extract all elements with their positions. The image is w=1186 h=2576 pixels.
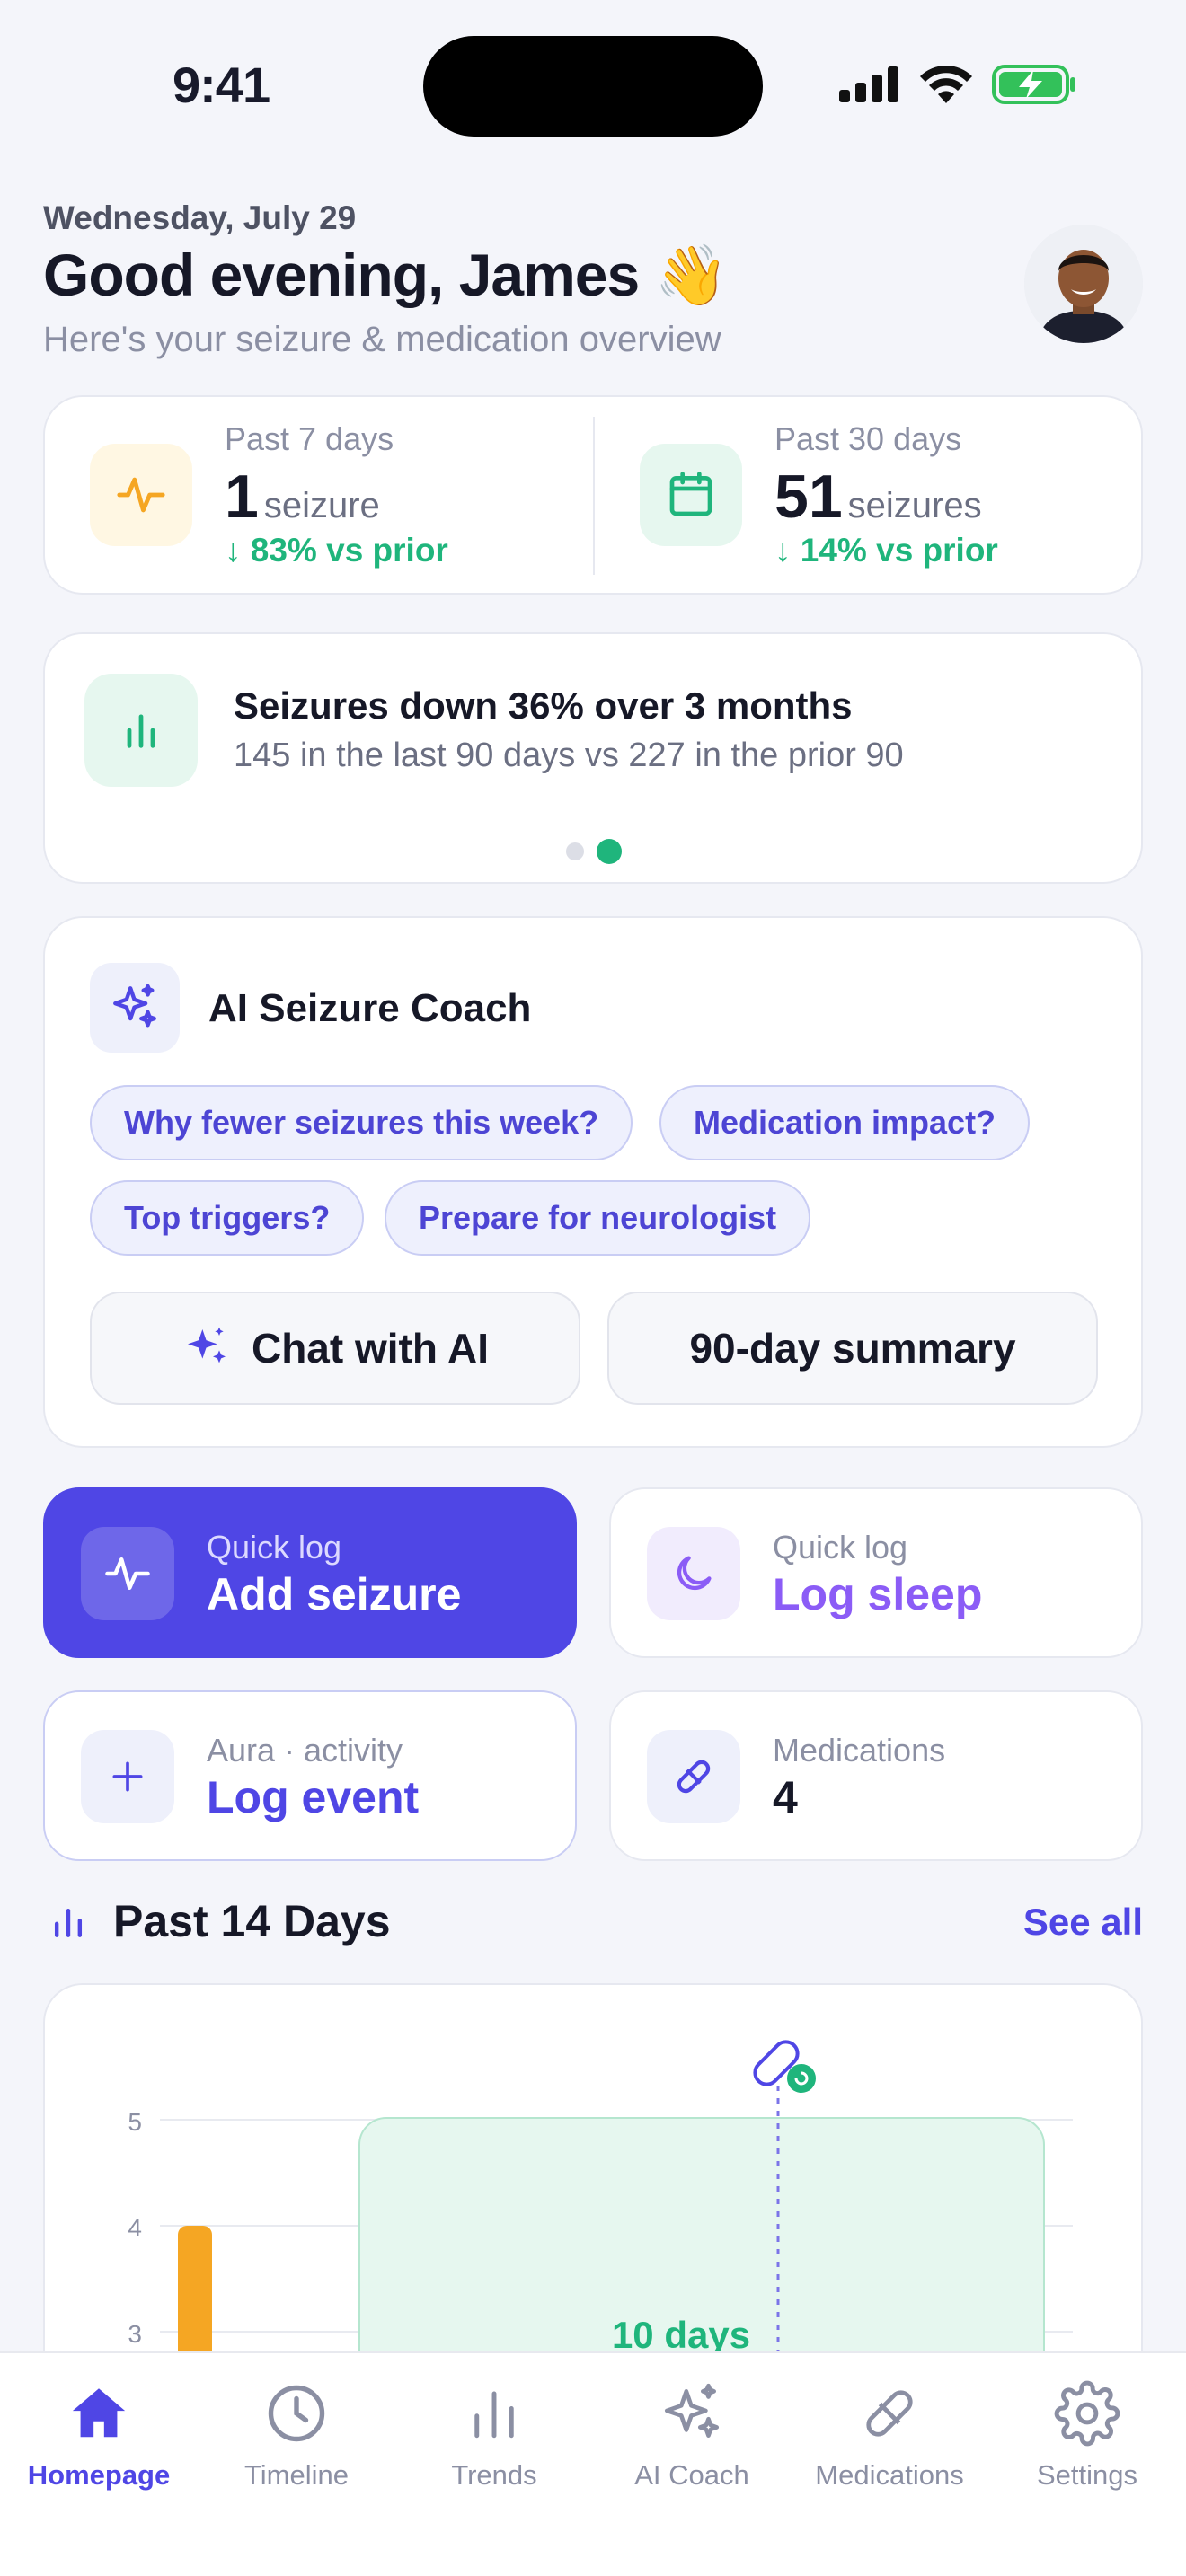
tab-homepage[interactable]: Homepage bbox=[0, 2375, 198, 2492]
ai-coach-card: AI Seizure Coach Why fewer seizures this… bbox=[43, 916, 1143, 1448]
stat-unit: seizure bbox=[263, 486, 380, 525]
seizure-free-label: 10 days bbox=[612, 2314, 750, 2356]
chat-with-ai-button[interactable]: Chat with AI bbox=[90, 1292, 580, 1405]
suggestion-chip[interactable]: Why fewer seizures this week? bbox=[90, 1085, 633, 1160]
stat-value-row: 51 seizures bbox=[774, 462, 982, 532]
status-time: 9:41 bbox=[173, 57, 270, 113]
tab-ai-coach[interactable]: AI Coach bbox=[593, 2375, 791, 2492]
calendar-icon bbox=[640, 444, 742, 546]
tab-label: Homepage bbox=[27, 2459, 171, 2491]
tab-label: AI Coach bbox=[634, 2459, 749, 2491]
tile-value: Log sleep bbox=[773, 1569, 983, 1619]
tile-value: 4 bbox=[773, 1772, 798, 1822]
suggestion-chip[interactable]: Top triggers? bbox=[90, 1180, 365, 1256]
tab-label: Timeline bbox=[244, 2459, 349, 2491]
chart-canvas: 5 4 3 10 days bbox=[128, 2037, 1073, 2380]
home-icon bbox=[0, 2375, 198, 2452]
dynamic-island bbox=[423, 36, 763, 137]
tile-label: Medications bbox=[773, 1732, 946, 1769]
activity-pulse-icon bbox=[81, 1527, 174, 1620]
pill-icon bbox=[647, 1730, 740, 1823]
tile-label: Aura · activity bbox=[207, 1732, 403, 1769]
chat-with-ai-label: Chat with AI bbox=[251, 1325, 490, 1372]
header-subtitle: Here's your seizure & medication overvie… bbox=[43, 320, 721, 359]
stat-delta: ↓ 14% vs prior bbox=[774, 532, 998, 569]
stat-label: Past 30 days bbox=[774, 420, 962, 457]
activity-pulse-icon bbox=[90, 444, 192, 546]
stat-value: 51 bbox=[774, 463, 843, 531]
gear-icon bbox=[988, 2375, 1186, 2452]
bar-chart-icon bbox=[54, 1908, 83, 1937]
bottom-tab-bar: Homepage Timeline Trends AI Coach Medica… bbox=[0, 2351, 1186, 2576]
stat-unit: seizures bbox=[847, 486, 982, 525]
tab-timeline[interactable]: Timeline bbox=[198, 2375, 395, 2492]
tab-label: Medications bbox=[815, 2459, 964, 2491]
add-seizure-tile[interactable]: Quick log Add seizure bbox=[43, 1487, 577, 1658]
wifi-icon bbox=[920, 66, 972, 103]
sparkles-icon bbox=[187, 1327, 226, 1363]
moon-icon bbox=[647, 1527, 740, 1620]
suggestion-chip[interactable]: Prepare for neurologist bbox=[385, 1180, 811, 1256]
page-dot-active[interactable] bbox=[597, 839, 622, 864]
tab-label: Settings bbox=[1036, 2459, 1137, 2491]
medications-tile[interactable]: Medications 4 bbox=[609, 1690, 1143, 1861]
90-day-summary-button[interactable]: 90-day summary bbox=[607, 1292, 1098, 1405]
log-sleep-tile[interactable]: Quick log Log sleep bbox=[609, 1487, 1143, 1658]
stat-past-7-days[interactable]: Past 7 days 1 seizure ↓ 83% vs prior bbox=[45, 397, 593, 593]
sparkles-icon bbox=[593, 2375, 791, 2452]
bar-chart-icon bbox=[84, 674, 198, 787]
y-tick-label: 4 bbox=[128, 2214, 142, 2242]
tab-label: Trends bbox=[451, 2459, 537, 2491]
avatar[interactable] bbox=[1024, 225, 1143, 343]
tile-value: Add seizure bbox=[207, 1569, 462, 1619]
ai-coach-title: AI Seizure Coach bbox=[208, 986, 532, 1030]
tile-label: Quick log bbox=[773, 1529, 908, 1566]
greeting-title: Good evening, James 👋 bbox=[43, 242, 729, 308]
tab-medications[interactable]: Medications bbox=[791, 2375, 988, 2492]
insight-title: Seizures down 36% over 3 months bbox=[234, 684, 853, 727]
header-date: Wednesday, July 29 bbox=[43, 199, 357, 236]
bar-chart-icon bbox=[395, 2375, 593, 2452]
avatar-portrait bbox=[1024, 225, 1143, 343]
stat-delta: ↓ 83% vs prior bbox=[225, 532, 448, 569]
tile-value: Log event bbox=[207, 1772, 420, 1822]
stat-label: Past 7 days bbox=[225, 420, 394, 457]
insight-subtitle: 145 in the last 90 days vs 227 in the pr… bbox=[234, 737, 904, 774]
90-day-summary-label: 90-day summary bbox=[689, 1325, 1016, 1372]
see-all-link[interactable]: See all bbox=[1023, 1901, 1143, 1944]
tile-label: Quick log bbox=[207, 1529, 342, 1566]
y-tick-label: 3 bbox=[128, 2320, 142, 2348]
stat-past-30-days[interactable]: Past 30 days 51 seizures ↓ 14% vs prior bbox=[595, 397, 1143, 593]
page-dot[interactable] bbox=[566, 842, 584, 860]
log-event-tile[interactable]: Aura · activity Log event bbox=[43, 1690, 577, 1861]
insight-card[interactable]: Seizures down 36% over 3 months 145 in t… bbox=[43, 632, 1143, 884]
tab-trends[interactable]: Trends bbox=[395, 2375, 593, 2492]
battery-charging-icon bbox=[992, 65, 1075, 104]
section-title: Past 14 Days bbox=[113, 1896, 391, 1946]
status-icons bbox=[839, 65, 1076, 104]
pill-icon bbox=[791, 2375, 988, 2452]
medication-change-icon[interactable] bbox=[750, 2037, 816, 2093]
clock-icon bbox=[198, 2375, 395, 2452]
sparkles-icon bbox=[90, 963, 180, 1053]
stats-card: Past 7 days 1 seizure ↓ 83% vs prior Past… bbox=[43, 395, 1143, 595]
suggestion-chip[interactable]: Medication impact? bbox=[659, 1085, 1031, 1160]
plus-icon bbox=[81, 1730, 174, 1823]
tab-settings[interactable]: Settings bbox=[988, 2375, 1186, 2492]
stat-value: 1 bbox=[225, 463, 259, 531]
cellular-signal-icon bbox=[839, 66, 898, 102]
stat-value-row: 1 seizure bbox=[225, 462, 380, 532]
y-tick-label: 5 bbox=[128, 2108, 142, 2136]
page-indicator[interactable] bbox=[566, 839, 622, 864]
